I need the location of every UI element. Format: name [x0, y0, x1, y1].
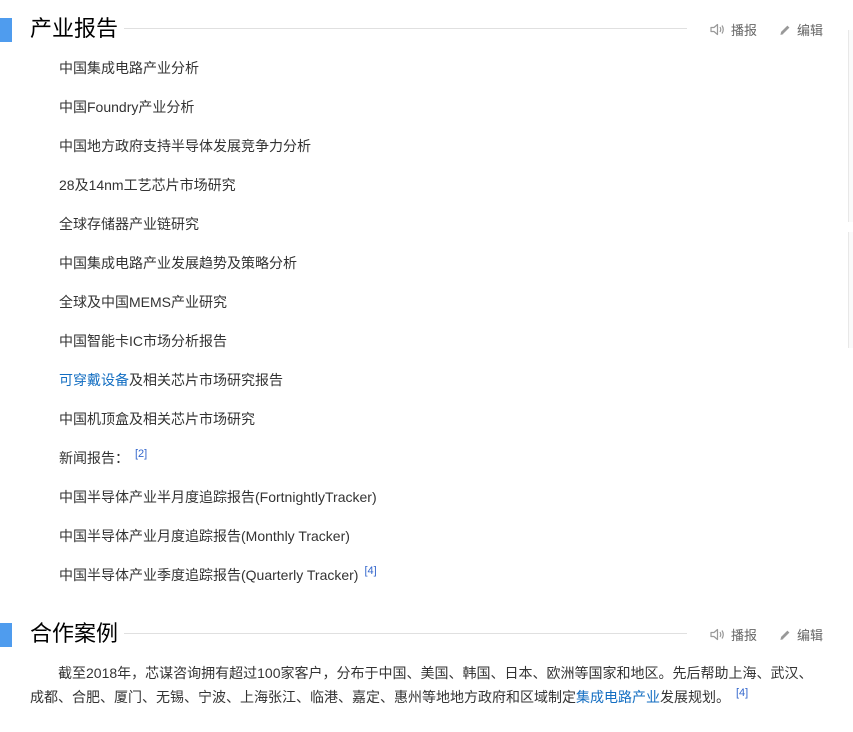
right-panel-edge — [848, 232, 853, 348]
edit-button[interactable]: 编辑 — [779, 20, 823, 39]
report-list: 中国集成电路产业分析 中国Foundry产业分析 中国地方政府支持半导体发展竞争… — [59, 58, 377, 604]
ic-industry-link[interactable]: 集成电路产业 — [576, 689, 660, 705]
section-tools: 播报 编辑 — [710, 625, 823, 644]
reference-link[interactable]: [4] — [364, 565, 376, 577]
listen-label: 播报 — [730, 628, 757, 643]
list-item: 中国Foundry产业分析 — [59, 99, 195, 115]
right-panel-edge — [848, 30, 853, 222]
list-item: 中国半导体产业季度追踪报告(Quarterly Tracker) [4] — [59, 565, 377, 584]
listen-label: 播报 — [730, 23, 757, 38]
list-item: 中国集成电路产业发展趋势及策略分析 — [59, 255, 297, 271]
section-divider — [30, 633, 687, 634]
speaker-icon — [710, 23, 731, 36]
list-item: 可穿戴设备及相关芯片市场研究报告 — [59, 372, 283, 388]
listen-button[interactable]: 播报 — [710, 20, 757, 39]
list-item: 中国半导体产业月度追踪报告(Monthly Tracker) — [59, 528, 350, 544]
section-header: 产业报告 播报 编辑 — [0, 14, 853, 48]
section-accent-bar — [0, 623, 12, 647]
section-divider — [30, 28, 687, 29]
section-title: 产业报告 — [30, 14, 125, 44]
list-item: 全球存储器产业链研究 — [59, 216, 199, 232]
list-item: 中国集成电路产业分析 — [59, 60, 199, 76]
edit-label: 编辑 — [796, 628, 823, 643]
wearable-devices-link[interactable]: 可穿戴设备 — [59, 372, 129, 388]
pencil-icon — [779, 24, 797, 36]
section-tools: 播报 编辑 — [710, 20, 823, 39]
list-item: 中国地方政府支持半导体发展竞争力分析 — [59, 138, 311, 154]
list-item: 全球及中国MEMS产业研究 — [59, 294, 227, 310]
section-header: 合作案例 播报 编辑 — [0, 619, 853, 653]
speaker-icon — [710, 628, 731, 641]
reports-section: 产业报告 播报 编辑 — [0, 14, 853, 48]
edit-label: 编辑 — [796, 23, 823, 38]
listen-button[interactable]: 播报 — [710, 625, 757, 644]
section-accent-bar — [0, 18, 12, 42]
cases-section: 合作案例 播报 编辑 — [0, 619, 853, 653]
reference-link[interactable]: [4] — [736, 687, 748, 699]
list-item: 中国半导体产业半月度追踪报告(FortnightlyTracker) — [59, 489, 377, 505]
pencil-icon — [779, 629, 797, 641]
list-item: 中国智能卡IC市场分析报告 — [59, 333, 227, 349]
cases-paragraph: 截至2018年，芯谋咨询拥有超过100家客户，分布于中国、美国、韩国、日本、欧洲… — [30, 665, 813, 705]
list-item: 新闻报告： [2] — [59, 448, 148, 467]
list-item: 28及14nm工艺芯片市场研究 — [59, 177, 236, 193]
list-item: 中国机顶盒及相关芯片市场研究 — [59, 411, 255, 427]
reference-link[interactable]: [2] — [135, 448, 147, 460]
section-title: 合作案例 — [30, 619, 125, 649]
edit-button[interactable]: 编辑 — [779, 625, 823, 644]
